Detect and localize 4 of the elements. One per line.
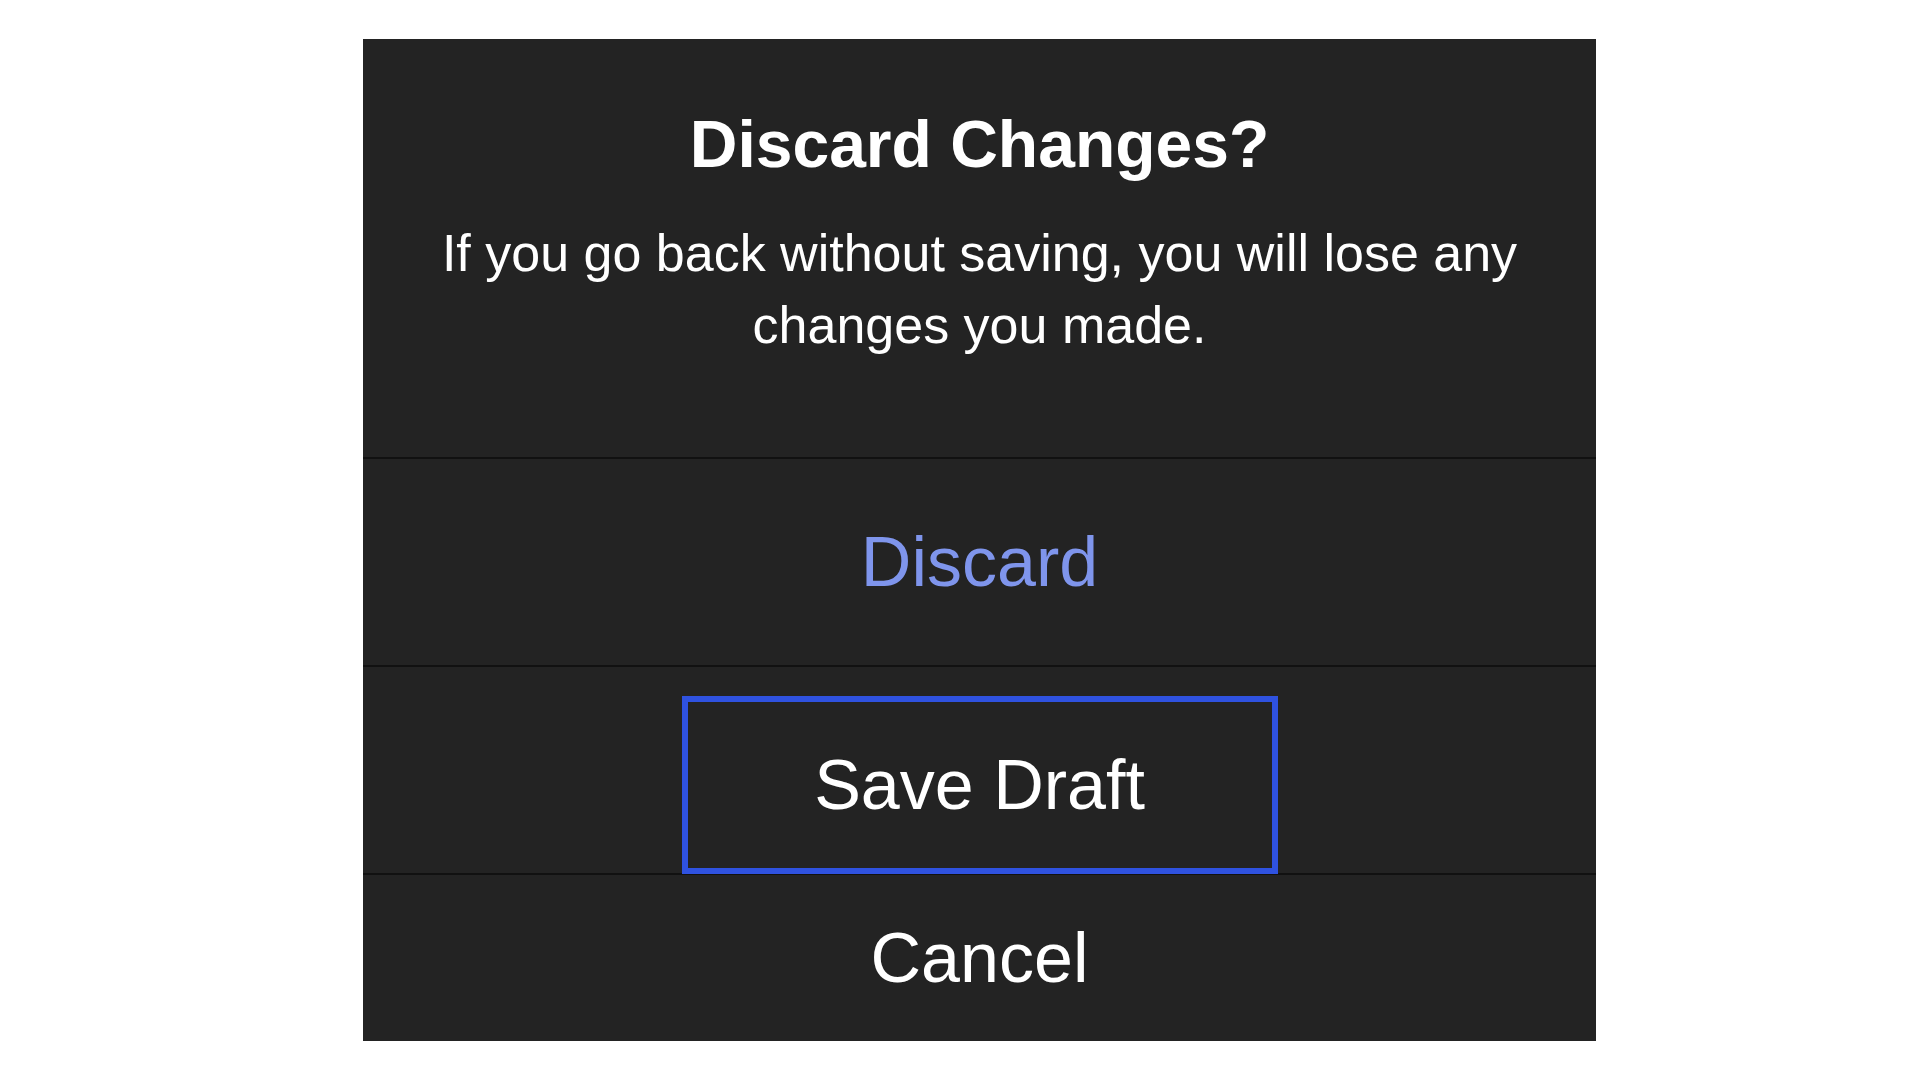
action-button[interactable]: Save Draft — [681, 696, 1278, 874]
action-button[interactable]: Discard — [836, 511, 1123, 613]
action-button[interactable]: Cancel — [846, 907, 1113, 1009]
alert-message: If you go back without saving, you will lose any changes you made. — [440, 223, 1519, 356]
